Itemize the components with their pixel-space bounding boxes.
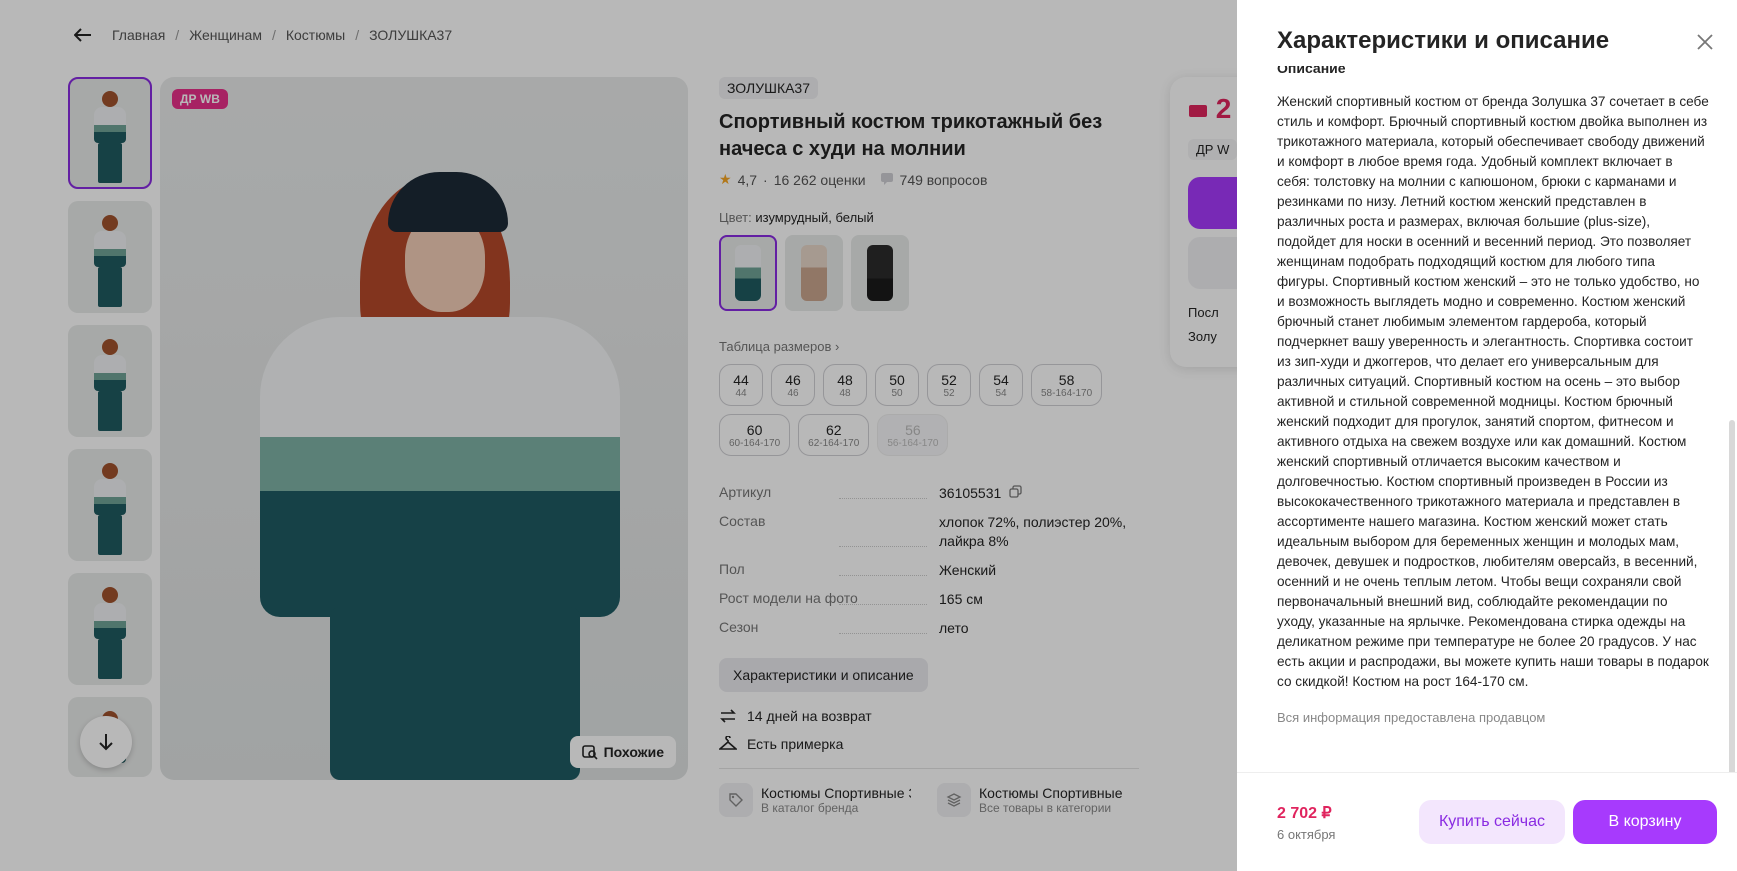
section-heading: Описание xyxy=(1277,66,1346,76)
panel-scrollbar[interactable] xyxy=(1729,420,1735,780)
footer-price: 2 702 ₽ xyxy=(1277,805,1332,822)
add-to-cart-button[interactable]: В корзину xyxy=(1573,800,1717,844)
delivery-date: 6 октября xyxy=(1277,827,1336,842)
product-page: Главная / Женщинам / Костюмы / ЗОЛУШКА37… xyxy=(0,0,1737,871)
product-description: Женский спортивный костюм от бренда Золу… xyxy=(1277,94,1709,689)
panel-title: Характеристики и описание xyxy=(1277,27,1610,54)
panel-footer: 2 702 ₽ 6 октября Купить сейчас В корзин… xyxy=(1237,772,1737,871)
characteristics-panel: Характеристики и описание Описание Женск… xyxy=(1237,0,1737,871)
modal-backdrop[interactable] xyxy=(0,0,1237,871)
seller-note: Вся информация предоставлена продавцом xyxy=(1277,710,1546,725)
panel-body[interactable]: Описание Женский спортивный костюм от бр… xyxy=(1277,66,1709,762)
buy-now-button[interactable]: Купить сейчас xyxy=(1419,800,1565,844)
close-icon[interactable] xyxy=(1691,28,1719,56)
